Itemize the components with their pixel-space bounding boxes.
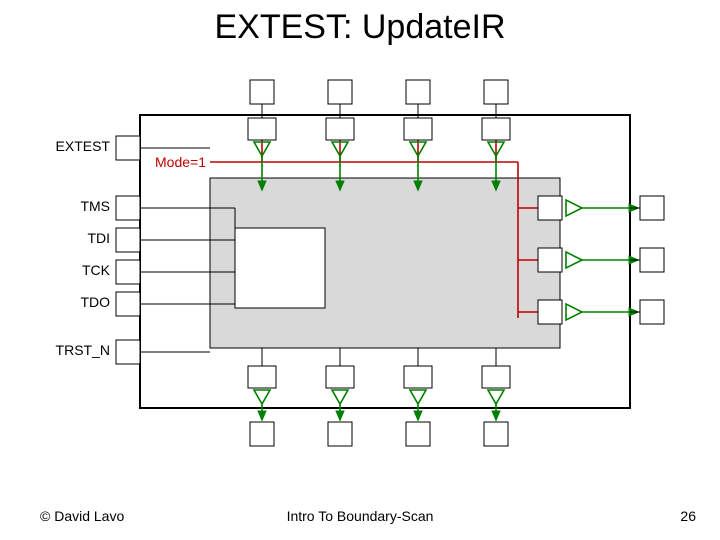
diagram: EXTEST TMS TDI TCK TDO TRST_N Mode=1 TAP… — [40, 70, 680, 490]
top-cells — [248, 80, 510, 190]
page-number: 26 — [680, 508, 696, 524]
right-cells — [538, 196, 664, 324]
bottom-cells — [248, 348, 510, 446]
tap-box — [235, 228, 325, 308]
footer-text: Intro To Boundary-Scan — [0, 508, 720, 524]
schematic-svg — [40, 70, 680, 490]
slide-title: EXTEST: UpdateIR — [0, 8, 720, 47]
